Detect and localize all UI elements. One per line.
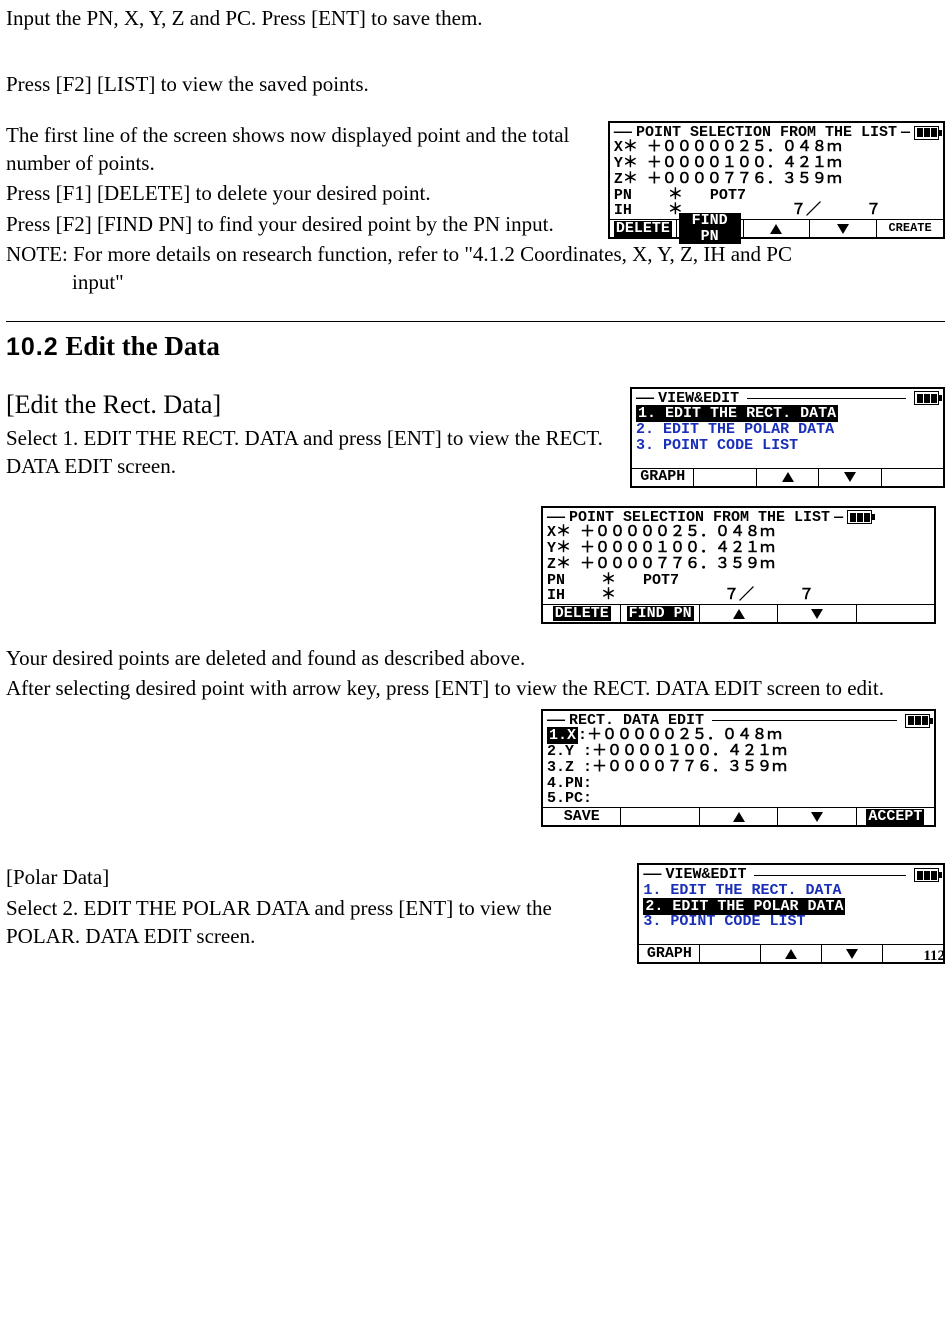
field-x-selected[interactable]: 1.X:＋０００００２５．０４８ｍ — [547, 728, 930, 744]
section-heading: 10.2 Edit the Data — [6, 328, 945, 365]
lcd-title: POINT SELECTION FROM THE LIST — [636, 125, 897, 141]
softkey-accept[interactable]: ACCEPT — [857, 808, 934, 825]
softkey-find-pn[interactable]: FIND PN — [677, 220, 744, 237]
subheading: [Polar Data] — [6, 863, 627, 891]
softkey-save[interactable]: SAVE — [543, 808, 621, 825]
softkey-blank — [700, 945, 761, 962]
softkey-down[interactable] — [810, 220, 877, 237]
paragraph: Press [F2] [FIND PN] to find your desire… — [6, 210, 598, 238]
lcd-line: Z＊ ＋００００７７６．３５９ｍ — [547, 557, 930, 573]
paragraph: Input the PN, X, Y, Z and PC. Press [ENT… — [6, 4, 945, 32]
paragraph: Press [F2] [LIST] to view the saved poin… — [6, 70, 945, 98]
menu-item[interactable]: 2. EDIT THE POLAR DATA — [636, 422, 939, 438]
paragraph: Select 1. EDIT THE RECT. DATA and press … — [6, 424, 620, 481]
lcd-softkeys: GRAPH — [632, 468, 943, 486]
menu-item-selected[interactable]: 1. EDIT THE RECT. DATA — [636, 406, 939, 422]
lcd-softkeys: DELETE FIND PN — [543, 604, 934, 622]
lcd-softkeys: DELETE FIND PN CREATE — [610, 219, 943, 237]
softkey-up[interactable] — [700, 605, 778, 622]
section-divider — [6, 321, 945, 322]
softkey-down[interactable] — [778, 808, 856, 825]
softkey-down[interactable] — [819, 469, 881, 486]
softkey-up[interactable] — [761, 945, 822, 962]
softkey-graph[interactable]: GRAPH — [639, 945, 700, 962]
softkey-find-pn[interactable]: FIND PN — [621, 605, 699, 622]
softkey-blank — [694, 469, 756, 486]
lcd-line: Y＊ ＋００００１００．４２１ｍ — [614, 156, 939, 172]
page-number: 112 — [923, 946, 945, 966]
lcd-title: RECT. DATA EDIT — [569, 713, 704, 729]
lcd-line: Y＊ ＋００００１００．４２１ｍ — [547, 541, 930, 557]
lcd-line: IH ＊ ７／ ７ — [547, 588, 930, 604]
battery-icon — [847, 510, 872, 524]
lcd-line: IH ＊ ７／ ７ — [614, 203, 939, 219]
softkey-blank — [882, 469, 943, 486]
paragraph: The first line of the screen shows now d… — [6, 121, 598, 178]
battery-icon — [914, 868, 939, 882]
field-pc[interactable]: 5.PC: — [547, 791, 930, 807]
softkey-delete[interactable]: DELETE — [610, 220, 677, 237]
battery-icon — [914, 126, 939, 140]
subheading: [Edit the Rect. Data] — [6, 387, 620, 422]
field-pn[interactable]: 4.PN: — [547, 776, 930, 792]
lcd-title: POINT SELECTION FROM THE LIST — [569, 510, 830, 526]
field-z[interactable]: 3.Z :＋００００７７６．３５９ｍ — [547, 760, 930, 776]
field-y[interactable]: 2.Y :＋００００１００．４２１ｍ — [547, 744, 930, 760]
lcd-line: Z＊ ＋００００７７６．３５９ｍ — [614, 172, 939, 188]
paragraph: Select 2. EDIT THE POLAR DATA and press … — [6, 894, 627, 951]
lcd-softkeys: GRAPH — [639, 944, 943, 962]
lcd-softkeys: SAVE ACCEPT — [543, 807, 934, 825]
lcd-view-edit: —— VIEW&EDIT 1. EDIT THE RECT. DATA 2. E… — [630, 387, 945, 488]
softkey-down[interactable] — [778, 605, 856, 622]
softkey-up[interactable] — [757, 469, 819, 486]
lcd-point-selection: —— POINT SELECTION FROM THE LIST — X＊ ＋０… — [608, 121, 945, 240]
paragraph: After selecting desired point with arrow… — [6, 674, 945, 702]
lcd-point-selection: —— POINT SELECTION FROM THE LIST — X＊ ＋０… — [541, 506, 936, 625]
lcd-title: VIEW&EDIT — [665, 867, 746, 883]
note-continuation: input" — [6, 268, 945, 296]
battery-icon — [905, 714, 930, 728]
paragraph: Press [F1] [DELETE] to delete your desir… — [6, 179, 598, 207]
softkey-down[interactable] — [822, 945, 883, 962]
lcd-view-edit: —— VIEW&EDIT 1. EDIT THE RECT. DATA 2. E… — [637, 863, 945, 964]
lcd-line: X＊ ＋０００００２５．０４８ｍ — [547, 525, 930, 541]
note-line: NOTE: For more details on research funct… — [6, 240, 945, 268]
menu-item-selected[interactable]: 2. EDIT THE POLAR DATA — [643, 899, 939, 915]
lcd-title: VIEW&EDIT — [658, 391, 739, 407]
menu-item[interactable]: 3. POINT CODE LIST — [636, 438, 939, 454]
softkey-up[interactable] — [700, 808, 778, 825]
softkey-create[interactable]: CREATE — [877, 220, 943, 237]
battery-icon — [914, 391, 939, 405]
softkey-delete[interactable]: DELETE — [543, 605, 621, 622]
lcd-rect-data-edit: —— RECT. DATA EDIT 1.X:＋０００００２５．０４８ｍ 2.Y… — [541, 709, 936, 828]
softkey-blank — [621, 808, 699, 825]
paragraph: Your desired points are deleted and foun… — [6, 644, 945, 672]
lcd-line: PN ＊ POT7 — [547, 573, 930, 589]
lcd-line: X＊ ＋０００００２５．０４８ｍ — [614, 140, 939, 156]
softkey-blank — [857, 605, 934, 622]
menu-item[interactable]: 3. POINT CODE LIST — [643, 914, 939, 930]
softkey-graph[interactable]: GRAPH — [632, 469, 694, 486]
menu-item[interactable]: 1. EDIT THE RECT. DATA — [643, 883, 939, 899]
softkey-up[interactable] — [744, 220, 811, 237]
